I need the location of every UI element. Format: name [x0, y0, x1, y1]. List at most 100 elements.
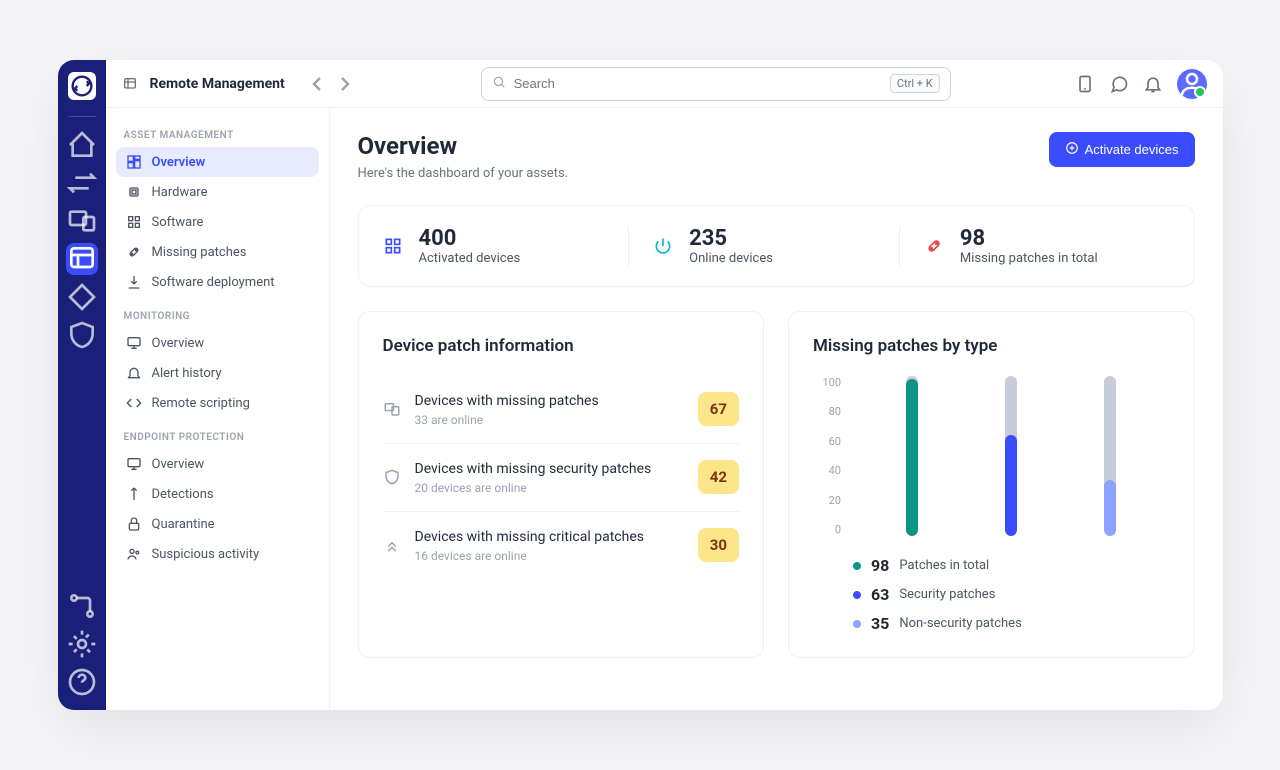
dashboard-icon: [126, 154, 142, 170]
sidebar-section-label: MONITORING: [116, 305, 319, 328]
sidebar-item-label: Software deployment: [152, 275, 275, 290]
bell-icon[interactable]: [1143, 74, 1163, 94]
axis-tick: 20: [813, 494, 841, 507]
app-shell: Remote Management Ctrl + K: [58, 60, 1223, 710]
sidebar-item-software-deployment[interactable]: Software deployment: [116, 267, 319, 297]
patch-row[interactable]: Devices with missing patches 33 are onlin…: [383, 376, 740, 443]
patch-count-badge: 30: [698, 528, 739, 562]
grid-icon: [126, 214, 142, 230]
sidebar-item-overview[interactable]: Overview: [116, 147, 319, 177]
search-input[interactable]: [514, 76, 882, 91]
rail-tag-icon[interactable]: [66, 281, 98, 313]
axis-tick: 0: [813, 523, 841, 536]
monitor-icon: [126, 335, 142, 351]
sidebar-item-label: Detections: [152, 487, 214, 502]
rail-workflow-icon[interactable]: [66, 590, 98, 622]
chart-bar: [1005, 376, 1017, 536]
search-icon: [492, 74, 506, 93]
axis-tick: 40: [813, 464, 841, 477]
sidebar-item-label: Overview: [152, 336, 205, 351]
axis-tick: 60: [813, 435, 841, 448]
chart-bar: [1104, 376, 1116, 536]
plus-circle-icon: [1065, 141, 1079, 158]
patch-icon: [126, 244, 142, 260]
card-title: Missing patches by type: [813, 336, 1170, 356]
sidebar-item-quarantine[interactable]: Quarantine: [116, 509, 319, 539]
chip-icon: [126, 184, 142, 200]
stat-label: Missing patches in total: [960, 251, 1098, 266]
sidebar-item-label: Software: [152, 215, 204, 230]
sidebar-item-label: Overview: [152, 457, 205, 472]
sidebar-section-label: ASSET MANAGEMENT: [116, 124, 319, 147]
sidebar-item-label: Suspicious activity: [152, 547, 260, 562]
sidebar: ASSET MANAGEMENTOverviewHardwareSoftware…: [106, 108, 330, 710]
nav-back-button[interactable]: [305, 72, 329, 96]
legend-label: Non-security patches: [899, 616, 1021, 631]
axis-tick: 80: [813, 405, 841, 418]
section-title: Remote Management: [150, 76, 285, 92]
stat-value: 400: [419, 226, 521, 251]
activate-devices-button[interactable]: Activate devices: [1049, 132, 1195, 167]
sidebar-item-label: Remote scripting: [152, 396, 250, 411]
sidebar-section-label: ENDPOINT PROTECTION: [116, 426, 319, 449]
topbar: Remote Management Ctrl + K: [106, 60, 1223, 108]
rail-shield-icon[interactable]: [66, 319, 98, 351]
legend-value: 98: [871, 556, 889, 575]
monitor-icon: [126, 456, 142, 472]
sidebar-item-label: Quarantine: [152, 517, 215, 532]
chat-icon[interactable]: [1109, 74, 1129, 94]
legend-label: Security patches: [899, 587, 995, 602]
alert-icon: [126, 365, 142, 381]
code-icon: [126, 395, 142, 411]
app-logo[interactable]: [68, 72, 96, 100]
nav-rail: [58, 60, 106, 710]
patch-row[interactable]: Devices with missing security patches20 …: [383, 443, 740, 511]
chart-bar: [906, 376, 918, 536]
rail-management-icon[interactable]: [66, 243, 98, 275]
rail-transfer-icon[interactable]: [66, 167, 98, 199]
sidebar-item-label: Alert history: [152, 366, 222, 381]
card-title: Device patch information: [383, 336, 740, 356]
patch-row-title: Devices with missing security patches: [415, 460, 684, 479]
sidebar-item-software[interactable]: Software: [116, 207, 319, 237]
search-box[interactable]: Ctrl + K: [481, 67, 951, 101]
rail-settings-icon[interactable]: [66, 628, 98, 660]
rail-home-icon[interactable]: [66, 129, 98, 161]
patch-icon: [924, 236, 944, 256]
legend-dot: [853, 591, 861, 599]
legend-dot: [853, 562, 861, 570]
sidebar-item-overview[interactable]: Overview: [116, 328, 319, 358]
legend-value: 63: [871, 585, 889, 604]
legend-item: 35Non-security patches: [853, 614, 1170, 633]
section-icon: [122, 76, 138, 92]
patch-row-title: Devices with missing critical patches: [415, 528, 684, 547]
user-avatar[interactable]: [1177, 69, 1207, 99]
stat-missing-patches-in-total: 98Missing patches in total: [899, 226, 1170, 266]
rail-devices-icon[interactable]: [66, 205, 98, 237]
detect-icon: [126, 486, 142, 502]
sidebar-item-label: Missing patches: [152, 245, 247, 260]
patch-row-subtitle: 33 are online: [415, 413, 684, 427]
sidebar-item-missing-patches[interactable]: Missing patches: [116, 237, 319, 267]
patch-row-title: Devices with missing patches: [415, 392, 684, 411]
sidebar-item-overview[interactable]: Overview: [116, 449, 319, 479]
lock-icon: [126, 516, 142, 532]
sidebar-item-detections[interactable]: Detections: [116, 479, 319, 509]
sidebar-item-label: Hardware: [152, 185, 208, 200]
sidebar-item-remote-scripting[interactable]: Remote scripting: [116, 388, 319, 418]
sidebar-item-suspicious-activity[interactable]: Suspicious activity: [116, 539, 319, 569]
legend-label: Patches in total: [899, 558, 989, 573]
patch-row[interactable]: Devices with missing critical patches 16 …: [383, 511, 740, 579]
axis-tick: 100: [813, 376, 841, 389]
chevrons-icon: [383, 536, 401, 554]
patch-row-subtitle: 16 devices are online: [415, 549, 684, 563]
power-icon: [653, 236, 673, 256]
nav-forward-button[interactable]: [333, 72, 357, 96]
stat-online-devices: 235Online devices: [628, 226, 899, 266]
sidebar-item-alert-history[interactable]: Alert history: [116, 358, 319, 388]
grid-icon: [383, 236, 403, 256]
rail-help-icon[interactable]: [66, 666, 98, 698]
sidebar-item-hardware[interactable]: Hardware: [116, 177, 319, 207]
device-icon[interactable]: [1075, 74, 1095, 94]
shield-icon: [383, 468, 401, 486]
